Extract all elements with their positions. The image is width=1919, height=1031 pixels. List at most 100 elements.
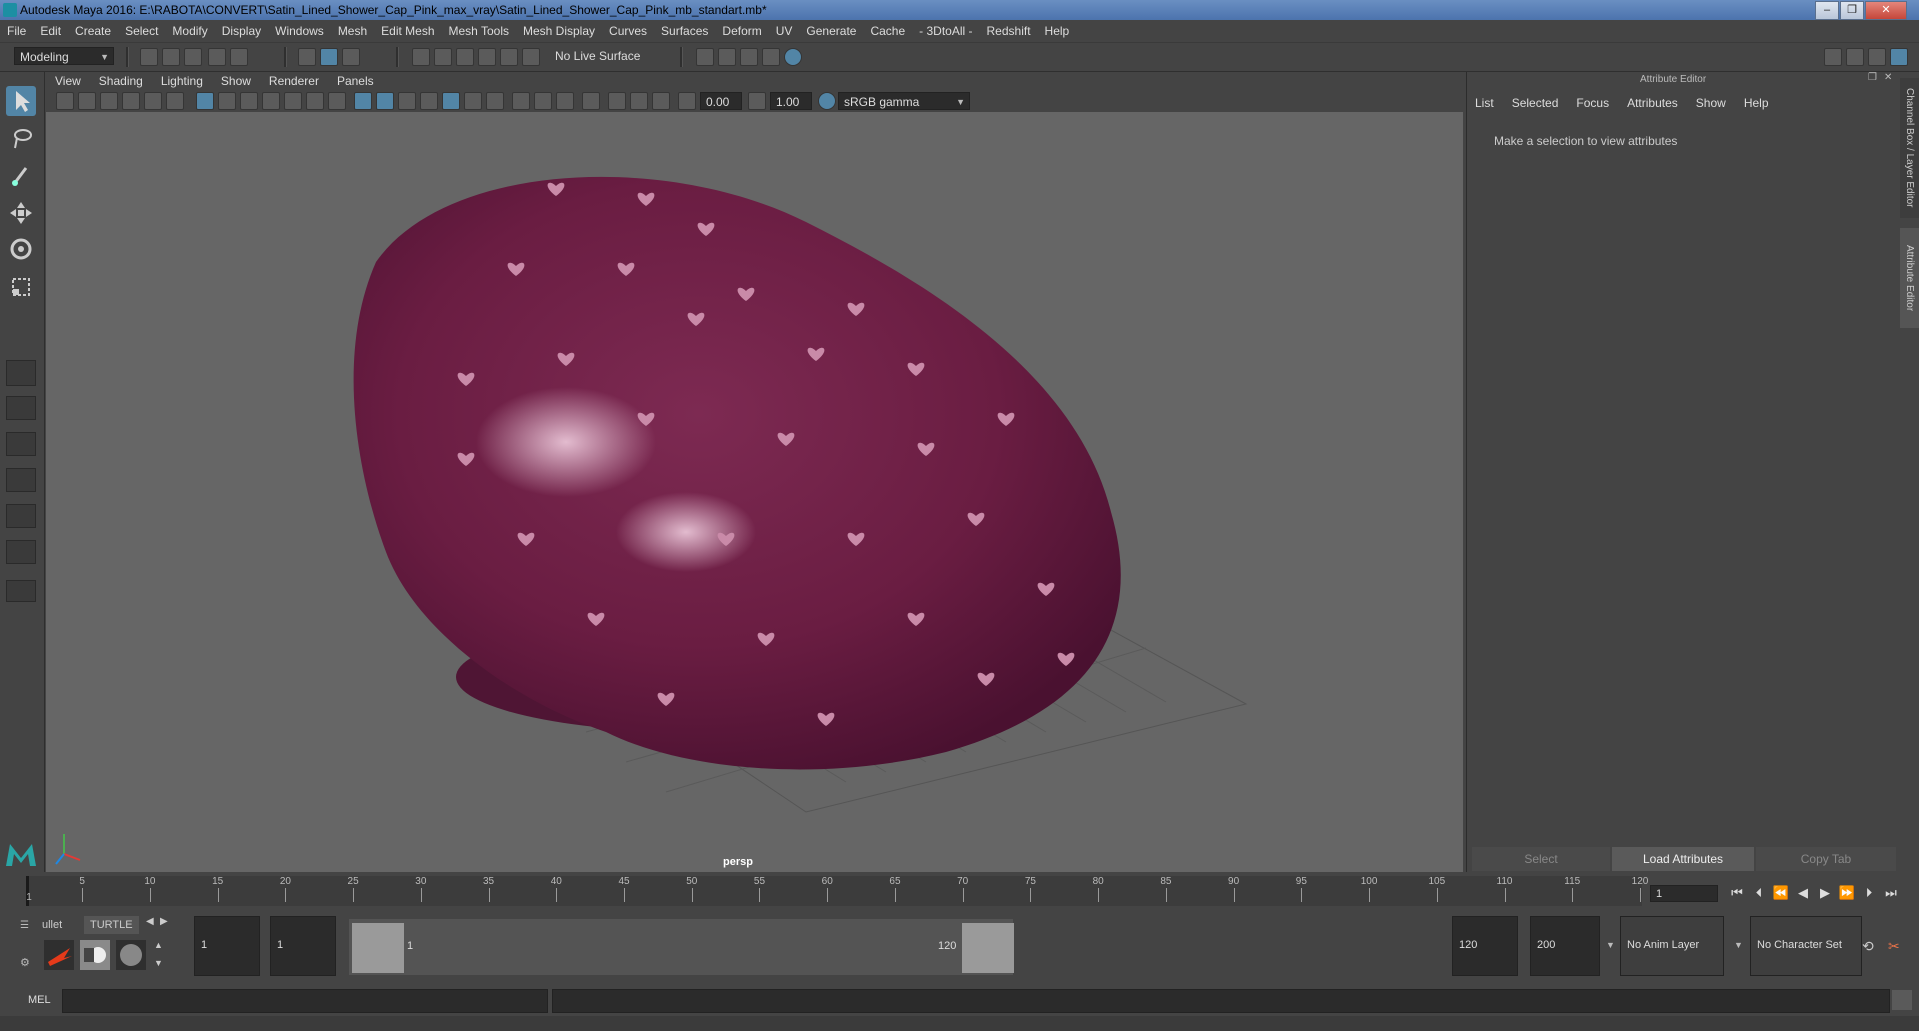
play-backwards-icon[interactable]: ◀ [1794, 884, 1812, 902]
anti-aliasing-icon[interactable] [556, 92, 574, 110]
character-set-selector[interactable]: No Character Set [1750, 916, 1862, 976]
wireframe-icon[interactable] [354, 92, 372, 110]
animation-preferences-icon[interactable]: ✂ [1888, 938, 1900, 955]
ae-copy-tab-button[interactable]: Copy Tab [1756, 847, 1896, 871]
render-settings-icon[interactable] [762, 48, 780, 66]
select-tool-icon[interactable] [6, 86, 36, 116]
playback-end-field[interactable]: 120 [1452, 916, 1518, 976]
menu-curves[interactable]: Curves [602, 20, 654, 42]
menu-redshift[interactable]: Redshift [980, 20, 1038, 42]
shelf-scroll-up-icon[interactable]: ▲ [154, 940, 163, 950]
exposure-field[interactable]: 0.00 [700, 92, 742, 110]
textured-icon[interactable] [442, 92, 460, 110]
panel-menu-renderer[interactable]: Renderer [260, 72, 328, 90]
step-forward-key-icon[interactable]: ⏵ [1860, 884, 1878, 902]
menu-modify[interactable]: Modify [165, 20, 214, 42]
gate-mask-icon[interactable] [262, 92, 280, 110]
turtle-bake-icon[interactable] [80, 940, 110, 970]
menu-windows[interactable]: Windows [268, 20, 331, 42]
playback-start-field[interactable]: 1 [270, 916, 336, 976]
use-all-lights-icon[interactable] [464, 92, 482, 110]
panel-menu-view[interactable]: View [46, 72, 90, 90]
ae-select-button[interactable]: Select [1472, 847, 1610, 871]
range-slider-bar[interactable] [349, 919, 1013, 975]
select-object-icon[interactable] [320, 48, 338, 66]
persp-graph-layout-icon[interactable] [6, 468, 36, 492]
menu-surfaces[interactable]: Surfaces [654, 20, 715, 42]
channel-box-icon[interactable] [1890, 48, 1908, 66]
four-view-layout-icon[interactable] [6, 396, 36, 420]
film-gate-icon[interactable] [218, 92, 236, 110]
wireframe-on-shaded-icon[interactable] [398, 92, 416, 110]
attribute-editor-tab[interactable]: Attribute Editor [1900, 228, 1919, 328]
hypershade-layout-icon[interactable] [6, 540, 36, 564]
isolate-select-icon[interactable] [582, 92, 600, 110]
go-to-end-icon[interactable]: ⏭ [1882, 884, 1900, 902]
modeling-toolkit-icon[interactable] [1824, 48, 1842, 66]
shelf-scroll-left-icon[interactable]: ◀ [146, 916, 154, 927]
render-view-icon[interactable] [696, 48, 714, 66]
ipr-render-icon[interactable] [740, 48, 758, 66]
maximize-button[interactable]: ❐ [1840, 1, 1864, 20]
menu-mesh-tools[interactable]: Mesh Tools [442, 20, 516, 42]
step-back-key-icon[interactable]: ⏴ [1750, 884, 1768, 902]
scene-end-field[interactable]: 200 [1530, 916, 1600, 976]
close-button[interactable]: ✕ [1865, 1, 1907, 20]
color-space-selector[interactable]: sRGB gamma ▼ [838, 92, 970, 110]
panel-menu-shading[interactable]: Shading [90, 72, 152, 90]
safe-title-icon[interactable] [328, 92, 346, 110]
xray-active-icon[interactable] [630, 92, 648, 110]
tool-settings-icon[interactable] [1868, 48, 1886, 66]
menu-edit[interactable]: Edit [33, 20, 68, 42]
redshift-render-icon[interactable] [44, 940, 74, 970]
perspective-viewport[interactable] [46, 112, 1463, 872]
shelf-tab-bullet[interactable]: ullet [36, 916, 68, 934]
save-scene-icon[interactable] [184, 48, 202, 66]
single-perspective-layout-icon[interactable] [6, 360, 36, 386]
shelf-settings-icon[interactable]: ⚙ [20, 956, 34, 970]
color-management-icon[interactable] [818, 92, 836, 110]
shelf-tab-turtle[interactable]: TURTLE [84, 916, 139, 934]
shelf-scroll-right-icon[interactable]: ▶ [160, 916, 168, 927]
ae-menu-focus[interactable]: Focus [1567, 94, 1618, 112]
snap-point-icon[interactable] [456, 48, 474, 66]
script-editor-icon[interactable] [1892, 990, 1912, 1010]
panel-menu-show[interactable]: Show [212, 72, 260, 90]
smooth-shade-icon[interactable] [376, 92, 394, 110]
time-slider[interactable]: 1 5 10 15 20 25 30 35 40 45 50 55 60 65 70 75 80 85 90 95 1… [26, 876, 1648, 906]
hypershade-icon[interactable] [784, 48, 802, 66]
gamma-icon[interactable] [748, 92, 766, 110]
ambient-occlusion-icon[interactable] [512, 92, 530, 110]
grease-pencil-icon[interactable] [166, 92, 184, 110]
camera-icon[interactable] [56, 92, 74, 110]
current-frame-field[interactable]: 1 [1650, 885, 1718, 902]
backface-culling-icon[interactable] [652, 92, 670, 110]
paint-select-tool-icon[interactable] [6, 160, 36, 190]
select-hierarchy-icon[interactable] [298, 48, 316, 66]
more-layouts-icon[interactable] [6, 580, 36, 602]
chevron-down-icon[interactable]: ▼ [1606, 940, 1615, 950]
ae-menu-selected[interactable]: Selected [1503, 94, 1568, 112]
shelf-menu-icon[interactable]: ☰ [20, 920, 34, 932]
chevron-down-icon[interactable]: ▼ [1734, 940, 1743, 950]
select-component-icon[interactable] [342, 48, 360, 66]
new-scene-icon[interactable] [140, 48, 158, 66]
mode-selector[interactable]: Modeling ▼ [14, 47, 114, 65]
snap-curve-icon[interactable] [434, 48, 452, 66]
menu-help[interactable]: Help [1038, 20, 1077, 42]
ae-load-attributes-button[interactable]: Load Attributes [1612, 847, 1754, 871]
redo-icon[interactable] [230, 48, 248, 66]
persp-outliner-layout-icon[interactable] [6, 432, 36, 456]
command-input[interactable] [62, 989, 548, 1013]
minimize-button[interactable]: – [1815, 1, 1839, 20]
motion-blur-icon[interactable] [534, 92, 552, 110]
panel-menu-lighting[interactable]: Lighting [152, 72, 212, 90]
exposure-icon[interactable] [678, 92, 696, 110]
auto-key-icon[interactable]: ⟲ [1862, 938, 1874, 955]
panel-menu-panels[interactable]: Panels [328, 72, 383, 90]
outliner-persp-graph-layout-icon[interactable] [6, 504, 36, 528]
make-live-icon[interactable] [522, 48, 540, 66]
range-end-handle[interactable] [962, 923, 1014, 973]
menu-3dtoall[interactable]: - 3DtoAll - [912, 20, 979, 42]
menu-select[interactable]: Select [118, 20, 165, 42]
